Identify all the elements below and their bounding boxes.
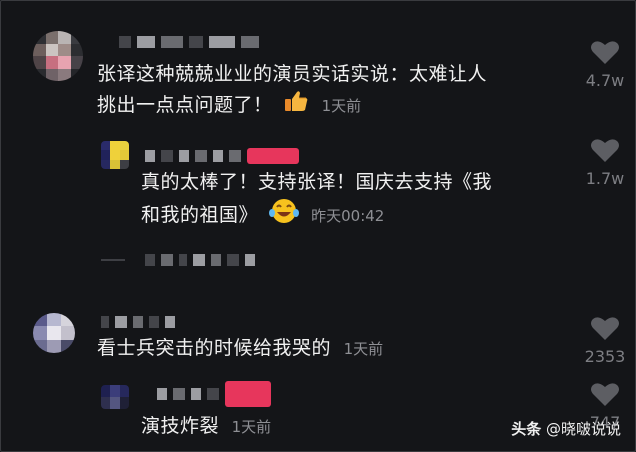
heart-icon: [591, 317, 619, 340]
like-button[interactable]: 4.7w: [577, 39, 633, 90]
avatar[interactable]: [101, 385, 129, 409]
expand-replies-line: [101, 259, 125, 261]
comment-text: 真的太棒了！支持张译！国庆去支持《我 和我的祖国》 昨天00:42: [141, 167, 571, 234]
comment-text: 张译这种兢兢业业的演员实话实说：太难让人 挑出一点点问题了！ 1天前: [97, 59, 577, 122]
watermark: 头条 @晓啵说说: [511, 418, 621, 439]
comment-time: 1天前: [321, 97, 362, 115]
comment-line: 和我的祖国》 昨天00:42: [141, 197, 571, 234]
comment-panel: 张译这种兢兢业业的演员实话实说：太难让人 挑出一点点问题了！ 1天前 4.7w: [0, 0, 636, 452]
comment-line: 张译这种兢兢业业的演员实话实说：太难让人: [97, 63, 488, 85]
comment-time: 1天前: [343, 340, 384, 358]
comment-line: 挑出一点点问题了！ 1天前: [97, 89, 577, 122]
like-button[interactable]: 2353: [577, 315, 633, 366]
watermark-brand: 头条: [511, 420, 542, 438]
username-redacted[interactable]: [101, 313, 175, 331]
like-count: 4.7w: [585, 71, 625, 90]
comment-time: 1天前: [231, 418, 272, 436]
like-button[interactable]: 1.7w: [577, 137, 633, 188]
comment-line: 演技炸裂 1天前: [141, 411, 441, 442]
avatar[interactable]: [33, 313, 75, 353]
comment-line-text: 演技炸裂: [141, 415, 220, 437]
comment-line: 真的太棒了！支持张译！国庆去支持《我: [141, 171, 493, 193]
avatar[interactable]: [33, 31, 83, 81]
comment-text: 演技炸裂 1天前: [141, 411, 441, 442]
like-count: 1.7w: [585, 169, 625, 188]
comment-line-text: 挑出一点点问题了！: [97, 94, 273, 116]
comment-text: 看士兵突击的时候给我哭的 1天前: [97, 333, 567, 364]
thumbs-up-icon: [283, 89, 309, 122]
comment-line-text: 和我的祖国》: [141, 204, 259, 226]
heart-icon: [591, 41, 619, 64]
comment-time: 昨天00:42: [311, 207, 385, 225]
laughing-face-icon: [268, 197, 299, 234]
avatar[interactable]: [101, 141, 129, 169]
username-redacted[interactable]: [157, 381, 271, 407]
comment-line: 看士兵突击的时候给我哭的 1天前: [97, 333, 567, 364]
watermark-account: @晓啵说说: [545, 420, 621, 438]
username-redacted[interactable]: [119, 33, 259, 51]
heart-icon: [591, 383, 619, 406]
comment-line-text: 看士兵突击的时候给我哭的: [97, 337, 332, 359]
like-count: 2353: [584, 347, 626, 366]
heart-icon: [591, 139, 619, 162]
expand-replies-redacted[interactable]: [145, 251, 255, 269]
username-redacted[interactable]: [145, 147, 299, 165]
